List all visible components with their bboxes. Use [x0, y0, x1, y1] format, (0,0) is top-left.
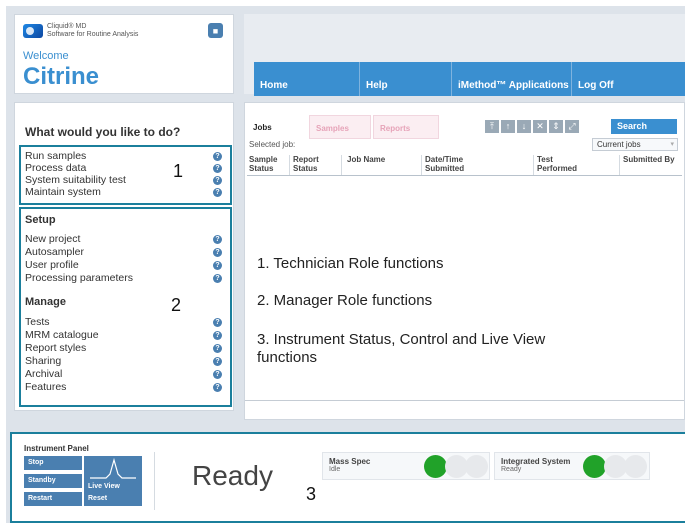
help-icon[interactable]: ?: [213, 331, 222, 340]
column-report-status[interactable]: Report Status: [293, 155, 319, 173]
column-submitted-by[interactable]: Submitted By: [623, 155, 675, 164]
menu-item-system-suitability-test[interactable]: System suitability test?: [25, 174, 225, 186]
brand-name: Cliquid® MD: [47, 23, 87, 30]
section-setup: Setup: [25, 214, 56, 226]
instrument-panel-title: Instrument Panel: [24, 444, 89, 453]
menu-item-run-samples[interactable]: Run samples?: [25, 150, 225, 162]
chevron-down-icon: ▾: [670, 141, 674, 148]
move-up-icon[interactable]: ↑: [501, 120, 515, 133]
nav-help[interactable]: Help: [360, 62, 452, 96]
help-icon[interactable]: ?: [213, 261, 222, 270]
help-icon[interactable]: ?: [213, 318, 222, 327]
tab-samples[interactable]: Samples: [309, 115, 371, 139]
callout-number-1: 1: [173, 161, 184, 181]
integrated-system-status: Integrated System Ready: [494, 452, 650, 480]
jobs-panel: Jobs Samples Reports ⤒ ↑ ↓ ✕ ⇕ ⤢ Search …: [244, 102, 685, 420]
annotation-technician: 1. Technician Role functions: [257, 255, 444, 272]
status-light-green: [424, 455, 447, 478]
welcome-panel: Cliquid® MD Software for Routine Analysi…: [14, 14, 234, 94]
move-down-icon[interactable]: ↓: [517, 120, 531, 133]
welcome-label: Welcome: [23, 50, 69, 62]
menu-item-features[interactable]: Features?: [25, 381, 225, 393]
selected-job-label: Selected job:: [249, 140, 296, 149]
menu-item-new-project[interactable]: New project?: [25, 233, 225, 245]
menu-item-sharing[interactable]: Sharing?: [25, 355, 225, 367]
search-button[interactable]: Search: [611, 119, 677, 134]
menu-title: What would you like to do?: [25, 125, 181, 139]
waveform-icon: [90, 457, 136, 479]
column-date-time-submitted[interactable]: Date/Time Submitted: [425, 155, 464, 173]
menu-item-tests[interactable]: Tests?: [25, 316, 225, 328]
menu-item-report-styles[interactable]: Report styles?: [25, 342, 225, 354]
help-icon[interactable]: ?: [213, 274, 222, 283]
user-name: Citrine: [23, 63, 100, 90]
brand-logo: Cliquid® MD Software for Routine Analysi…: [23, 23, 138, 39]
help-icon[interactable]: ?: [213, 188, 222, 197]
status-light-off: [465, 455, 488, 478]
callout-number-2: 2: [171, 295, 182, 315]
lock-icon[interactable]: ■: [208, 23, 223, 38]
column-job-name[interactable]: Job Name: [347, 155, 385, 164]
column-test-performed[interactable]: Test Performed: [537, 155, 577, 173]
move-to-top-icon[interactable]: ⤒: [485, 120, 499, 133]
top-navigation: Home Help iMethod™ Applications Log Off: [244, 14, 685, 96]
help-icon[interactable]: ?: [213, 152, 222, 161]
menu-item-maintain-system[interactable]: Maintain system?: [25, 186, 225, 198]
brand-tagline: Software for Routine Analysis: [47, 31, 139, 38]
menu-item-mrm-catalogue[interactable]: MRM catalogue?: [25, 329, 225, 341]
column-sample-status[interactable]: Sample Status: [249, 155, 277, 173]
nav-imethod-applications[interactable]: iMethod™ Applications: [452, 62, 572, 96]
section-manage: Manage: [25, 296, 66, 308]
instrument-panel: Instrument Panel Stop Standby Restart Li…: [10, 432, 685, 523]
reset-button[interactable]: Reset: [84, 492, 142, 506]
annotation-instrument: 3. Instrument Status, Control and Live V…: [257, 331, 546, 348]
restart-button[interactable]: Restart: [24, 492, 82, 506]
help-icon[interactable]: ?: [213, 235, 222, 244]
expand-icon[interactable]: ⇕: [549, 120, 563, 133]
logo-icon: [23, 24, 43, 38]
annotation-instrument-cont: functions: [257, 349, 318, 366]
status-light-off: [624, 455, 647, 478]
tab-reports[interactable]: Reports: [373, 115, 439, 139]
task-menu: What would you like to do? Run samples? …: [14, 102, 234, 411]
help-icon[interactable]: ?: [213, 383, 222, 392]
help-icon[interactable]: ?: [213, 248, 222, 257]
maximize-icon[interactable]: ⤢: [565, 120, 579, 133]
mass-spec-status: Mass Spec Idle: [322, 452, 490, 480]
stop-button[interactable]: Stop: [24, 456, 82, 470]
standby-button[interactable]: Standby: [24, 474, 82, 488]
tab-jobs[interactable]: Jobs: [247, 115, 307, 139]
job-filter-select[interactable]: Current jobs ▾: [592, 138, 678, 151]
help-icon[interactable]: ?: [213, 344, 222, 353]
live-view-button[interactable]: Live View: [84, 456, 142, 492]
nav-home[interactable]: Home: [254, 62, 360, 96]
status-light-green: [583, 455, 606, 478]
help-icon[interactable]: ?: [213, 176, 222, 185]
help-icon[interactable]: ?: [213, 357, 222, 366]
menu-item-processing-parameters[interactable]: Processing parameters?: [25, 272, 225, 284]
instrument-state: Ready: [192, 460, 273, 491]
nav-log-off[interactable]: Log Off: [572, 62, 685, 96]
annotation-manager: 2. Manager Role functions: [257, 292, 433, 309]
help-icon[interactable]: ?: [213, 164, 222, 173]
menu-item-user-profile[interactable]: User profile?: [25, 259, 225, 271]
callout-number-3: 3: [306, 484, 317, 504]
delete-icon[interactable]: ✕: [533, 120, 547, 133]
menu-item-process-data[interactable]: Process data?: [25, 162, 225, 174]
menu-item-autosampler[interactable]: Autosampler?: [25, 246, 225, 258]
help-icon[interactable]: ?: [213, 370, 222, 379]
menu-item-archival[interactable]: Archival?: [25, 368, 225, 380]
